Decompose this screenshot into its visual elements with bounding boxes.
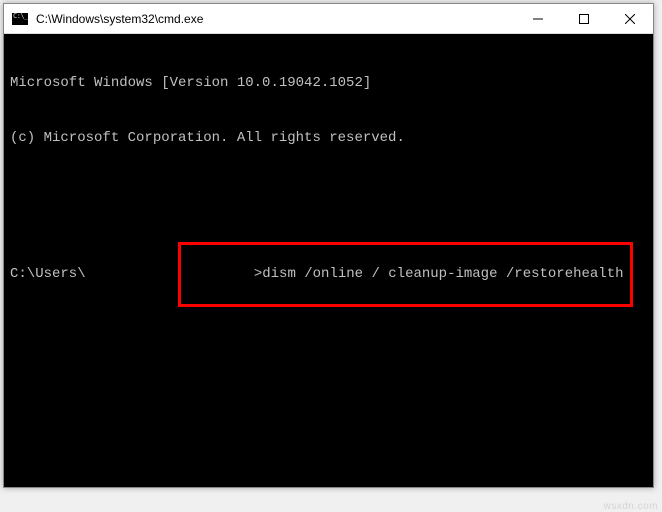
cmd-icon — [12, 13, 28, 25]
copyright-line: (c) Microsoft Corporation. All rights re… — [10, 129, 647, 147]
maximize-icon — [579, 14, 589, 24]
titlebar[interactable]: C:\Windows\system32\cmd.exe — [4, 4, 653, 34]
command-text: >dism /online / cleanup-image /restorehe… — [254, 266, 624, 282]
prompt-prefix: C:\Users\ — [10, 265, 86, 283]
window-controls — [515, 4, 653, 33]
minimize-button[interactable] — [515, 4, 561, 33]
terminal-area[interactable]: Microsoft Windows [Version 10.0.19042.10… — [4, 34, 653, 487]
cmd-window: C:\Windows\system32\cmd.exe Microsoft Wi… — [3, 3, 654, 488]
maximize-button[interactable] — [561, 4, 607, 33]
close-icon — [625, 14, 635, 24]
blank-line — [10, 184, 647, 202]
redacted-username — [88, 267, 168, 281]
version-line: Microsoft Windows [Version 10.0.19042.10… — [10, 74, 647, 92]
window-title: C:\Windows\system32\cmd.exe — [34, 12, 515, 26]
close-button[interactable] — [607, 4, 653, 33]
watermark: wsxdn.com — [603, 501, 658, 512]
command-highlight-box: >dism /online / cleanup-image /restorehe… — [178, 242, 633, 307]
prompt-row: C:\Users\ >dism /online / cleanup-image … — [10, 242, 647, 307]
minimize-icon — [533, 14, 543, 24]
